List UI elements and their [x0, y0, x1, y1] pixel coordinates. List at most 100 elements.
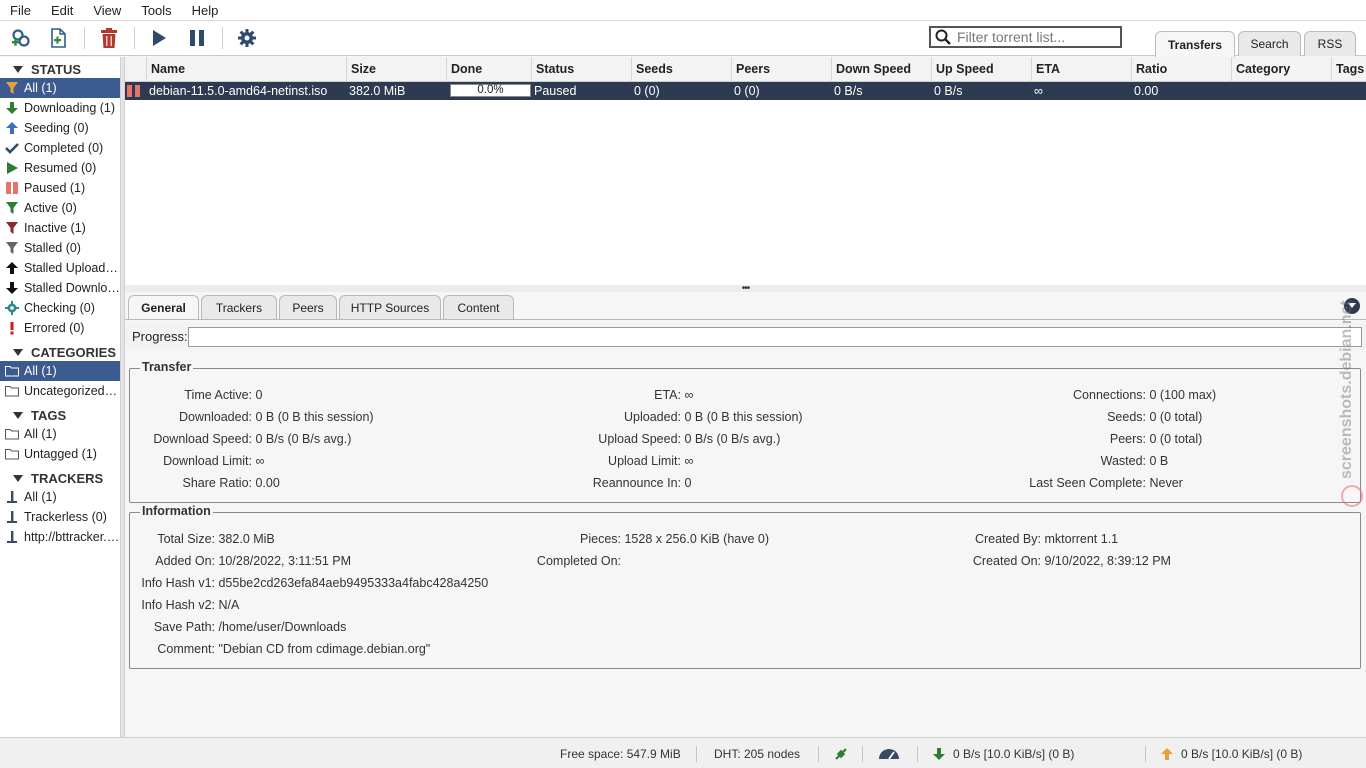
speedometer-icon — [879, 748, 899, 760]
collapse-panel-button[interactable] — [1344, 298, 1360, 314]
table-row[interactable]: debian-11.5.0-amd64-netinst.iso 382.0 Mi… — [125, 82, 1366, 100]
tab-general[interactable]: General — [128, 295, 199, 320]
status-filter-resumed[interactable]: Resumed (0) — [0, 158, 120, 178]
column-header-status-icon[interactable] — [125, 57, 147, 82]
filter-label: Stalled Uploading (0) — [24, 261, 120, 275]
funnel-icon — [6, 222, 18, 234]
resume-button[interactable] — [147, 26, 171, 50]
status-filter-checking[interactable]: Checking (0) — [0, 298, 120, 318]
menu-help[interactable]: Help — [182, 0, 229, 21]
column-header-eta[interactable]: ETA — [1032, 57, 1132, 82]
uploaded-field: Uploaded: 0 B (0 B this session) — [624, 410, 803, 424]
tag-filter-untagged[interactable]: Untagged (1) — [0, 444, 120, 464]
tab-peers[interactable]: Peers — [279, 295, 337, 319]
speed-limit-toggle-button[interactable] — [877, 738, 901, 768]
filter-label: Untagged (1) — [24, 447, 97, 461]
progress-label: Progress: — [132, 329, 188, 344]
tab-content[interactable]: Content — [443, 295, 514, 319]
status-filter-inactive[interactable]: Inactive (1) — [0, 218, 120, 238]
column-header-status[interactable]: Status — [532, 57, 632, 82]
filter-label: Trackerless (0) — [24, 510, 107, 524]
column-header-peers[interactable]: Peers — [732, 57, 832, 82]
column-header-category[interactable]: Category — [1232, 57, 1332, 82]
column-header-size[interactable]: Size — [347, 57, 447, 82]
status-filter-stalled-downloading[interactable]: Stalled Downloading (1) — [0, 278, 120, 298]
status-filter-paused[interactable]: Paused (1) — [0, 178, 120, 198]
tab-trackers[interactable]: Trackers — [201, 295, 277, 319]
upload-speed-label: 0 B/s [10.0 KiB/s] (0 B) — [1181, 746, 1303, 761]
trackers-section-header[interactable]: TRACKERS — [0, 468, 120, 488]
status-filter-downloading[interactable]: Downloading (1) — [0, 98, 120, 118]
download-speed-field: Download Speed: 0 B/s (0 B/s avg.) — [153, 432, 352, 446]
column-header-down-speed[interactable]: Down Speed — [832, 57, 932, 82]
category-filter-all[interactable]: All (1) — [0, 361, 120, 381]
column-header-done[interactable]: Done — [447, 57, 532, 82]
panel-splitter-handle[interactable]: ••• — [125, 283, 1366, 294]
arrow-down-icon — [6, 102, 18, 114]
tags-section-header[interactable]: TAGS — [0, 405, 120, 425]
exclamation-icon — [10, 322, 14, 335]
gear-icon — [238, 29, 256, 47]
tab-rss[interactable]: RSS — [1304, 31, 1356, 56]
status-filter-active[interactable]: Active (0) — [0, 198, 120, 218]
column-header-name[interactable]: Name — [147, 57, 347, 82]
chevron-down-icon — [1348, 303, 1356, 308]
column-header-seeds[interactable]: Seeds — [632, 57, 732, 82]
tracker-filter-trackerless[interactable]: Trackerless (0) — [0, 507, 120, 527]
delete-button[interactable] — [97, 26, 121, 50]
add-torrent-link-button[interactable] — [9, 26, 33, 50]
download-speed-status[interactable]: 0 B/s [10.0 KiB/s] (0 B) — [932, 738, 1074, 768]
filter-torrent-input[interactable] — [957, 29, 1117, 45]
reannounce-in-field: Reannounce In: 0 — [592, 476, 692, 490]
status-filter-stalled[interactable]: Stalled (0) — [0, 238, 120, 258]
download-arrow-icon — [933, 747, 945, 760]
folder-icon — [5, 366, 19, 377]
menu-view[interactable]: View — [83, 0, 131, 21]
tab-search[interactable]: Search — [1238, 31, 1301, 56]
status-filter-seeding[interactable]: Seeding (0) — [0, 118, 120, 138]
menu-tools[interactable]: Tools — [131, 0, 181, 21]
progress-row: Progress: — [125, 322, 1366, 350]
connection-status-button[interactable] — [833, 738, 849, 768]
menu-file[interactable]: File — [0, 0, 41, 21]
comment-field: Comment: "Debian CD from cdimage.debian.… — [157, 642, 431, 656]
funnel-icon — [6, 82, 18, 94]
upload-speed-status[interactable]: 0 B/s [10.0 KiB/s] (0 B) — [1160, 738, 1302, 768]
status-section-header[interactable]: STATUS — [0, 59, 120, 79]
tab-http-sources[interactable]: HTTP Sources — [339, 295, 441, 319]
category-filter-uncategorized[interactable]: Uncategorized (1) — [0, 381, 120, 401]
completed-on-field: Completed On: — [536, 554, 621, 568]
status-filter-errored[interactable]: Errored (0) — [0, 318, 120, 338]
funnel-icon — [6, 242, 18, 254]
column-header-ratio[interactable]: Ratio — [1132, 57, 1232, 82]
watermark-logo — [1341, 485, 1363, 507]
add-torrent-file-button[interactable] — [46, 26, 70, 50]
filter-search-box[interactable] — [929, 26, 1122, 48]
toolbar: Transfers Search RSS — [0, 21, 1366, 57]
upload-limit-field: Upload Limit: ∞ — [608, 454, 694, 468]
pieces-field: Pieces: 1528 x 256.0 KiB (have 0) — [580, 532, 770, 546]
categories-section-header[interactable]: CATEGORIES — [0, 342, 120, 362]
tracker-filter-bttracker[interactable]: http://bttracker.debian.org:6969/announc… — [0, 527, 120, 547]
row-state-cell — [125, 82, 147, 100]
status-filter-completed[interactable]: Completed (0) — [0, 138, 120, 158]
menu-edit[interactable]: Edit — [41, 0, 83, 21]
cell-name: debian-11.5.0-amd64-netinst.iso — [149, 84, 328, 98]
filter-label: Downloading (1) — [24, 101, 116, 115]
folder-icon — [5, 429, 19, 440]
cell-tags — [1330, 82, 1366, 100]
table-header: Name Size Done Status Seeds Peers Down S… — [125, 57, 1366, 82]
download-speed-label: 0 B/s [10.0 KiB/s] (0 B) — [953, 746, 1075, 761]
tab-transfers[interactable]: Transfers — [1155, 31, 1235, 57]
tracker-filter-all[interactable]: All (1) — [0, 487, 120, 507]
pause-button[interactable] — [185, 26, 209, 50]
tracker-icon — [7, 531, 17, 543]
cell-status: Paused — [534, 84, 577, 98]
status-filter-stalled-uploading[interactable]: Stalled Uploading (0) — [0, 258, 120, 278]
options-button[interactable] — [235, 26, 259, 50]
column-header-tags[interactable]: Tags — [1332, 57, 1366, 82]
status-filter-all[interactable]: All (1) — [0, 78, 120, 98]
search-icon — [935, 29, 951, 45]
column-header-up-speed[interactable]: Up Speed — [932, 57, 1032, 82]
tag-filter-all[interactable]: All (1) — [0, 424, 120, 444]
